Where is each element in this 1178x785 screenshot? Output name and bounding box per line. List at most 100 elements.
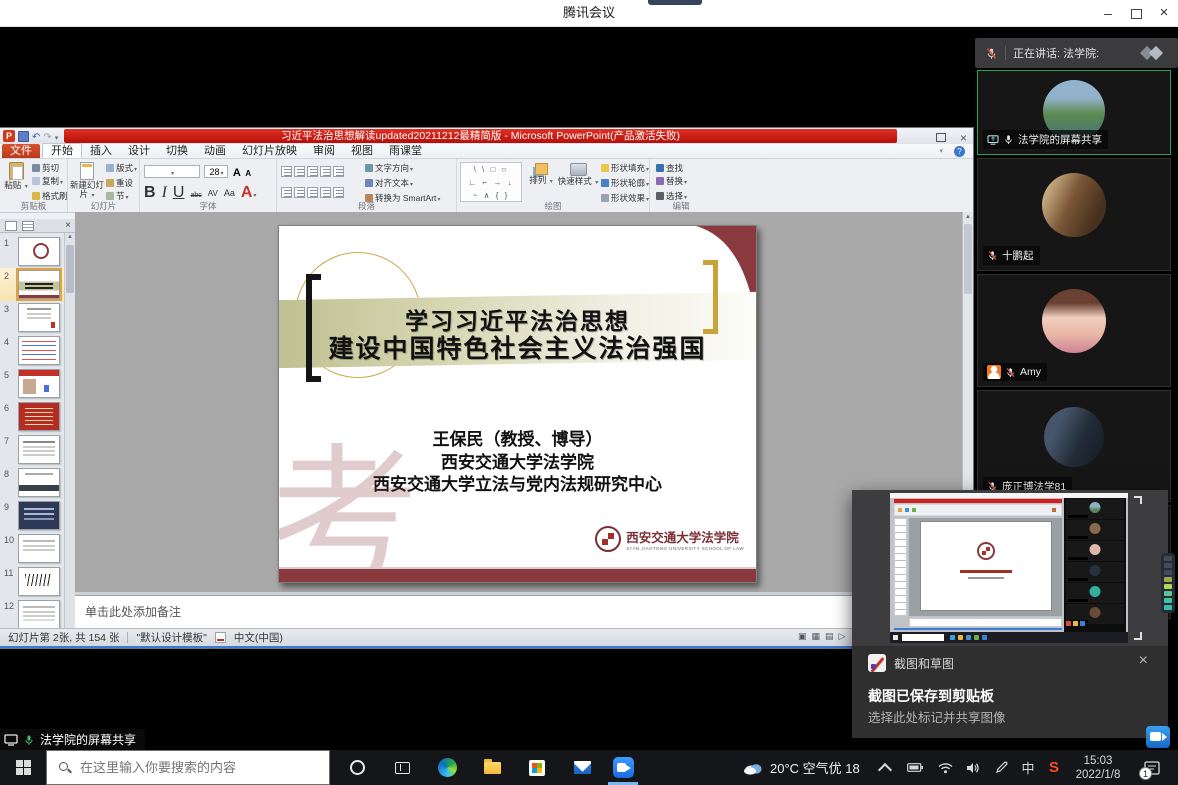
slides-tab-icon[interactable] [5,221,17,231]
ribbon-collapse-icon[interactable] [939,147,943,155]
tab-home[interactable]: 开始 [42,143,82,158]
slide-thumbnail-4[interactable]: 4 [0,334,64,367]
scroll-up-icon[interactable] [65,234,75,240]
search-input[interactable] [80,760,318,775]
font-size-combobox[interactable]: 28 [204,165,228,178]
copy-button[interactable]: 复制 [32,175,68,190]
participant-tile[interactable]: 十鹏起 [977,158,1171,271]
participant-tile-sharer[interactable]: 法学院的屏幕共享 [977,70,1171,155]
align-right-icon[interactable] [307,187,318,198]
taskbar-search-box[interactable] [46,750,330,785]
microsoft-store-button[interactable] [516,750,558,785]
ime-indicator[interactable]: 中 [1016,750,1040,785]
screen-share-badge[interactable]: 法学院的屏幕共享 [0,729,145,750]
shape-fill-button[interactable]: 形状填充 [601,162,649,177]
scroll-up-icon[interactable] [963,214,973,220]
slide-thumbnail-3[interactable]: 3 [0,301,64,334]
slide-thumbnail-1[interactable]: 1 [0,235,64,268]
undo-icon[interactable] [32,127,40,145]
powerpoint-logo-icon[interactable]: P [3,130,15,142]
slide-thumbnail-10[interactable]: 10 [0,532,64,565]
screenshot-toast[interactable]: 截图和草图 截图已保存到剪贴板 选择此处标记并共享图像 [852,490,1168,738]
slide-thumbnail-9[interactable]: 9 [0,499,64,532]
slide-sorter-icon[interactable] [812,631,821,642]
arrange-button[interactable]: 排列 [527,163,555,187]
action-center-button[interactable]: 1 [1132,750,1172,785]
slide-thumbnail-8[interactable]: 8 [0,466,64,499]
tab-animations[interactable]: 动画 [196,144,234,158]
tab-insert[interactable]: 插入 [82,144,120,158]
slide-thumbnail-2-selected[interactable]: 2 [0,268,64,301]
slide-thumbnail-6[interactable]: 6 [0,400,64,433]
increase-indent-icon[interactable] [320,166,331,177]
tab-review[interactable]: 审阅 [305,144,343,158]
tab-transitions[interactable]: 切换 [158,144,196,158]
replace-button[interactable]: 替换 [656,175,687,190]
speaker-icon[interactable] [960,750,986,785]
participant-tile[interactable]: Amy [977,274,1171,387]
meeting-collapsed-toolbar-tab[interactable] [648,0,702,5]
char-spacing-icon[interactable]: AV [208,189,218,198]
help-icon[interactable] [954,146,965,157]
tray-expand-chevron-icon[interactable] [872,750,898,785]
layout-button[interactable]: 版式 [106,162,137,177]
shrink-font-icon[interactable] [245,163,251,180]
font-name-combobox[interactable] [144,165,200,178]
file-explorer-button[interactable] [471,750,513,785]
mail-button[interactable] [561,750,603,785]
battery-icon[interactable] [902,750,928,785]
taskbar-weather[interactable]: 20°C 空气优 18 [735,750,868,785]
line-spacing-icon[interactable] [333,166,344,177]
outline-tab-icon[interactable] [22,221,34,231]
justify-icon[interactable] [320,187,331,198]
scrollbar-thumb[interactable] [66,245,74,293]
maximize-button[interactable] [1122,0,1150,26]
slide-thumbnail-12[interactable]: 12 [0,598,64,631]
close-button[interactable] [1150,0,1178,26]
screenshot-preview-image[interactable] [890,493,1128,643]
tab-rain-classroom[interactable]: 雨课堂 [381,144,430,158]
tencent-meeting-taskbar-button[interactable] [602,750,644,785]
task-view-button[interactable] [381,750,423,785]
slide-thumbnail-5[interactable]: 5 [0,367,64,400]
slide-thumbnail-7[interactable]: 7 [0,433,64,466]
sogou-input-icon[interactable]: S [1042,750,1066,785]
minimize-button[interactable] [1094,0,1122,26]
panel-close-icon[interactable] [65,220,71,231]
start-button[interactable] [0,750,46,785]
align-center-icon[interactable] [294,187,305,198]
notes-pane[interactable]: 单击此处添加备注 [75,595,962,628]
quick-styles-button[interactable]: 快速样式 [557,163,599,188]
toast-close-icon[interactable] [1139,652,1148,670]
paste-button[interactable]: 粘贴 [2,162,30,192]
panel-scrollbar[interactable] [64,233,75,628]
cut-button[interactable]: 剪切 [32,162,68,175]
language-indicator[interactable]: 中文(中国) [234,630,283,645]
bullets-icon[interactable] [281,166,292,177]
slide-thumbnail-11[interactable]: 11 [0,565,64,598]
align-left-icon[interactable] [281,187,292,198]
align-text-button[interactable]: 对齐文本 [365,177,440,192]
shape-outline-button[interactable]: 形状轮廓 [601,177,649,192]
text-direction-button[interactable]: 文字方向 [365,162,440,177]
reading-view-icon[interactable] [825,631,834,642]
slideshow-icon[interactable] [839,631,846,642]
numbering-icon[interactable] [294,166,305,177]
pen-icon[interactable] [988,750,1014,785]
change-case-icon[interactable]: Aa [224,188,235,198]
tab-view[interactable]: 视图 [343,144,381,158]
floating-meeting-icon[interactable] [1146,726,1170,748]
normal-view-icon[interactable] [798,631,807,642]
spellcheck-icon[interactable] [215,632,226,643]
taskbar-clock[interactable]: 15:03 2022/1/8 [1066,750,1130,785]
shapes-gallery[interactable] [460,162,522,202]
scrollbar-thumb[interactable] [964,224,972,294]
reset-button[interactable]: 重设 [106,177,137,190]
decrease-indent-icon[interactable] [307,166,318,177]
find-button[interactable]: 查找 [656,162,687,175]
save-icon[interactable] [18,131,29,142]
new-slide-button[interactable]: 新建幻灯片 [70,162,104,201]
edge-button[interactable] [426,750,468,785]
tab-design[interactable]: 设计 [120,144,158,158]
wifi-icon[interactable] [932,750,958,785]
